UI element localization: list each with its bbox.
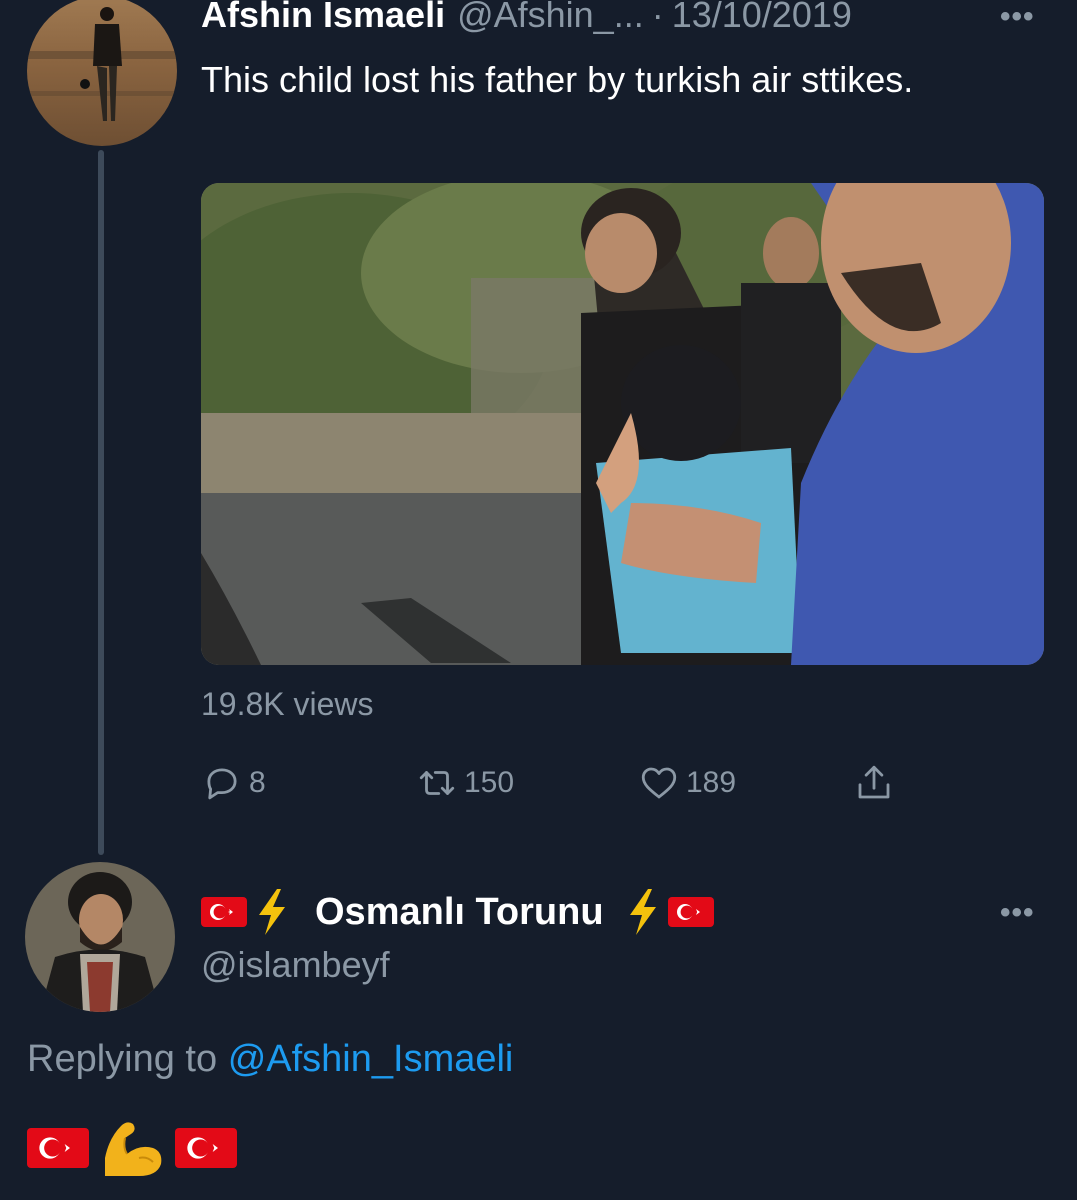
retweet-icon xyxy=(419,771,455,795)
heart-icon xyxy=(641,767,677,799)
turkish-flag-icon xyxy=(175,1128,237,1168)
reply-author-handle[interactable]: @islambeyf xyxy=(201,944,390,986)
replying-to-prefix: Replying to xyxy=(27,1038,218,1080)
more-options-icon[interactable]: ••• xyxy=(1000,2,1035,32)
reply-count: 8 xyxy=(249,766,266,799)
reply-author-name-row[interactable]: Osmanlı Torunu xyxy=(201,886,714,938)
replying-to-line: Replying to @Afshin_Ismaeli xyxy=(27,1038,513,1081)
author-name[interactable]: Afshin Ismaeli xyxy=(201,0,445,36)
turkish-flag-icon xyxy=(201,897,247,927)
lightning-bolt-icon xyxy=(629,889,656,935)
tweet-actions: 8 150 189 xyxy=(201,758,921,808)
reply-author-avatar[interactable] xyxy=(25,862,175,1012)
author-avatar[interactable] xyxy=(27,0,177,146)
reply-more-options-icon[interactable]: ••• xyxy=(1000,898,1035,928)
author-handle[interactable]: @Afshin_... xyxy=(457,0,644,36)
turkish-flag-icon xyxy=(667,897,714,927)
like-count: 189 xyxy=(686,766,737,799)
tweet-header: Afshin Ismaeli @Afshin_... · 13/10/2019 xyxy=(201,0,1061,40)
thread-connector-line xyxy=(98,150,104,855)
header-separator: · xyxy=(651,0,664,35)
view-count: 19.8K views xyxy=(201,686,374,722)
reply-button[interactable]: 8 xyxy=(201,758,266,808)
reply-author-name: Osmanlı Torunu xyxy=(315,890,604,933)
retweet-button[interactable]: 150 xyxy=(416,758,514,808)
replying-to-mention[interactable]: @Afshin_Ismaeli xyxy=(228,1038,514,1080)
reply-text xyxy=(27,1118,237,1178)
reply-icon xyxy=(207,768,237,800)
tweet-date[interactable]: 13/10/2019 xyxy=(672,0,852,36)
retweet-count: 150 xyxy=(464,766,515,799)
share-icon xyxy=(858,765,890,799)
like-button[interactable]: 189 xyxy=(638,758,736,808)
flexed-biceps-icon xyxy=(105,1122,162,1176)
tweet-video[interactable] xyxy=(201,183,1044,665)
tweet-text: This child lost his father by turkish ai… xyxy=(201,59,914,100)
lightning-bolt-icon xyxy=(259,889,285,935)
turkish-flag-icon xyxy=(27,1128,89,1168)
share-button[interactable] xyxy=(853,758,901,808)
